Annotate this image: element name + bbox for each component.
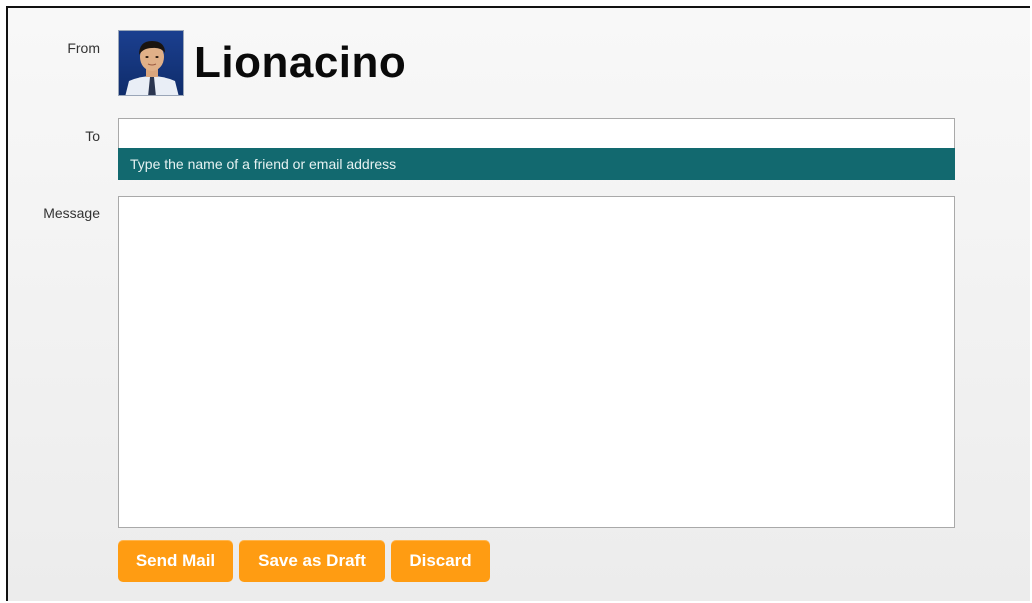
to-label: To [85,128,100,144]
message-label: Message [43,205,100,221]
user-photo-icon [119,31,183,95]
compose-panel: From Lionacino To Type the name of a fri… [6,6,1030,601]
to-hint-bar: Type the name of a friend or email addre… [118,148,955,180]
discard-button[interactable]: Discard [391,540,490,582]
sender-avatar [118,30,184,96]
sender-name: Lionacino [194,38,407,87]
send-mail-button[interactable]: Send Mail [118,540,233,582]
from-label: From [67,40,100,56]
to-input[interactable] [118,118,955,148]
save-draft-button[interactable]: Save as Draft [239,540,385,582]
message-textarea[interactable] [118,196,955,528]
